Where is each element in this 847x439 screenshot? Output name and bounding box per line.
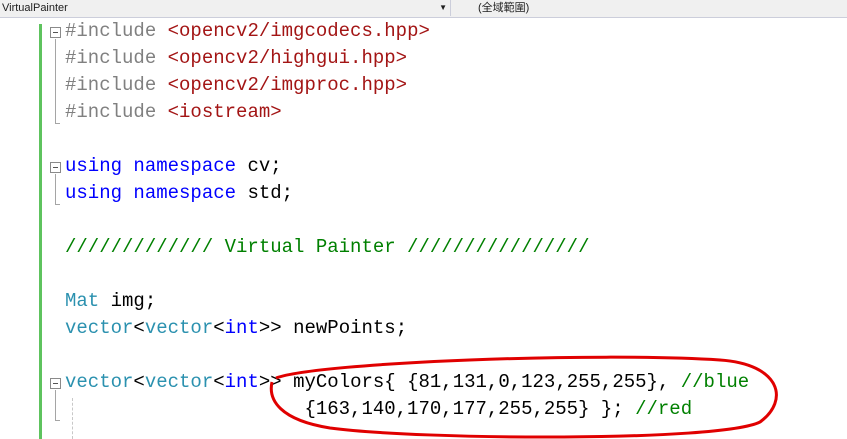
code-token: Mat xyxy=(65,290,100,312)
code-editor[interactable]: #include <opencv2/imgcodecs.hpp> #include… xyxy=(48,18,847,439)
code-token: <opencv2/highgui.hpp> xyxy=(167,47,408,69)
code-line[interactable]: #include <opencv2/imgproc.hpp> xyxy=(65,72,407,99)
code-line[interactable]: using namespace std; xyxy=(65,180,293,207)
navigation-bar: VirtualPainter ▼ (全域範圍) xyxy=(0,0,847,18)
code-token: vector xyxy=(144,317,214,339)
code-token: cv; xyxy=(236,155,282,177)
code-line[interactable]: vector<vector<int>> newPoints; xyxy=(65,315,407,342)
code-token: #include xyxy=(65,101,168,123)
outline-line xyxy=(55,390,56,420)
code-line[interactable]: ///////////// Virtual Painter //////////… xyxy=(65,234,590,261)
code-token: #include xyxy=(65,47,168,69)
code-line[interactable]: #include <iostream> xyxy=(65,99,282,126)
code-line[interactable]: using namespace cv; xyxy=(65,153,282,180)
editor-gutter xyxy=(0,18,44,439)
code-token: using xyxy=(65,182,123,204)
code-token: <opencv2/imgproc.hpp> xyxy=(167,74,408,96)
code-token: namespace xyxy=(133,155,237,177)
code-token: < xyxy=(213,317,225,339)
outline-line-end xyxy=(55,123,60,124)
code-token: <iostream> xyxy=(167,101,282,123)
code-token: < xyxy=(133,371,145,393)
project-name: VirtualPainter xyxy=(2,2,68,14)
code-line[interactable]: #include <opencv2/highgui.hpp> xyxy=(65,45,407,72)
code-token: std; xyxy=(236,182,294,204)
collapse-using-icon[interactable] xyxy=(50,162,61,173)
code-line[interactable]: vector<vector<int>> myColors{ {81,131,0,… xyxy=(65,369,749,396)
code-token: #include xyxy=(65,74,168,96)
code-token: img; xyxy=(99,290,157,312)
code-token: int xyxy=(224,317,259,339)
code-token: //blue xyxy=(680,371,750,393)
code-token: vector xyxy=(65,317,134,339)
code-token: vector xyxy=(65,371,134,393)
scope-label: (全域範圍) xyxy=(478,2,530,14)
code-token: < xyxy=(133,317,145,339)
code-token: <opencv2/imgcodecs.hpp> xyxy=(167,20,430,42)
change-tracking-bar xyxy=(39,24,42,439)
code-token: using xyxy=(65,155,123,177)
code-line[interactable]: Mat img; xyxy=(65,288,156,315)
collapse-mycolors-icon[interactable] xyxy=(50,378,61,389)
code-line[interactable]: {163,140,170,177,255,255} }; //red xyxy=(65,396,692,423)
code-token: int xyxy=(224,371,259,393)
outline-line xyxy=(55,39,56,123)
scope-dropdown[interactable]: (全域範圍) xyxy=(452,0,847,16)
code-line[interactable]: #include <opencv2/imgcodecs.hpp> xyxy=(65,18,430,45)
code-token: vector xyxy=(144,371,214,393)
project-dropdown[interactable]: VirtualPainter ▼ xyxy=(0,0,451,16)
code-token: ///////////// Virtual Painter //////////… xyxy=(65,236,590,258)
outline-line-end xyxy=(55,420,60,421)
code-token: < xyxy=(213,371,225,393)
code-token: {163,140,170,177,255,255} }; xyxy=(65,398,636,420)
outline-line xyxy=(55,174,56,204)
collapse-includes-icon[interactable] xyxy=(50,27,61,38)
code-token: #include xyxy=(65,20,168,42)
code-token: >> myColors{ {81,131,0,123,255,255}, xyxy=(258,371,681,393)
dropdown-arrow-icon[interactable]: ▼ xyxy=(439,0,447,16)
code-token: >> newPoints; xyxy=(258,317,408,339)
outline-line-end xyxy=(55,204,60,205)
code-token: //red xyxy=(635,398,693,420)
code-token: namespace xyxy=(133,182,237,204)
